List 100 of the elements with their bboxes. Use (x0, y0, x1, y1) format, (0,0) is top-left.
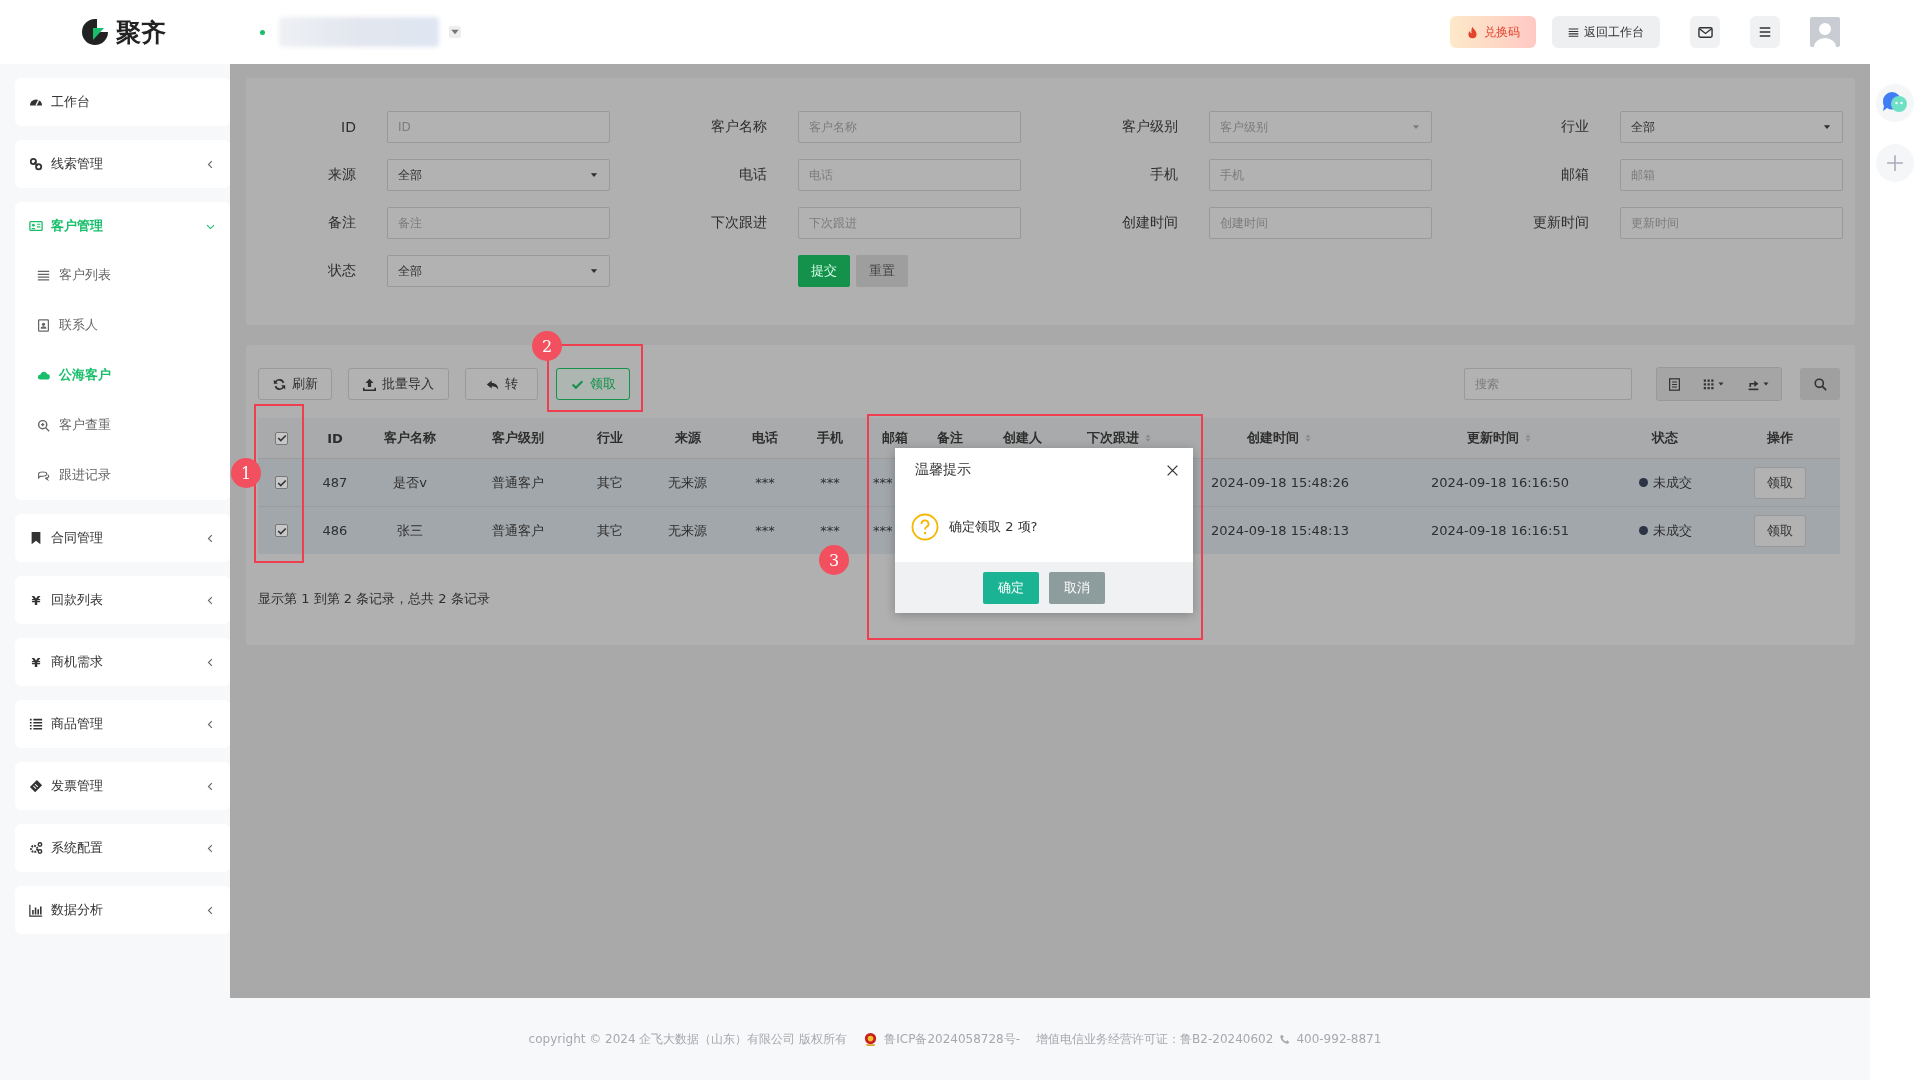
import-button[interactable]: 批量导入 (348, 368, 449, 400)
column-header[interactable]: 创建时间 (1247, 429, 1313, 447)
mail-icon (1697, 24, 1713, 40)
nav-menu-item[interactable]: 工作台 (15, 78, 230, 126)
back-to-workbench-button[interactable]: 返回工作台 (1552, 16, 1660, 48)
nav-menu-item[interactable]: 合同管理 (15, 514, 230, 562)
table-cell: 2024-09-18 15:48:13 (1210, 523, 1350, 538)
status-dot-icon (1638, 478, 1648, 487)
nav-icon (29, 779, 43, 793)
column-header: 客户级别 (491, 429, 544, 447)
select-field[interactable]: 全部 (387, 255, 610, 287)
transfer-button[interactable]: 转 (465, 368, 538, 400)
column-header[interactable]: 更新时间 (1467, 429, 1533, 447)
chat-button[interactable] (1876, 84, 1914, 122)
field-label: 备注 (327, 214, 356, 232)
close-icon[interactable] (1166, 463, 1179, 477)
column-header: ID (327, 430, 343, 446)
nav-icon (29, 717, 43, 731)
nav-menu-item[interactable]: 线索管理 (15, 140, 230, 188)
sort-icon (1143, 433, 1153, 443)
search-button[interactable] (1800, 368, 1840, 400)
submenu-icon (37, 468, 50, 482)
table-cell: 2024-09-18 15:48:26 (1210, 475, 1350, 490)
nav-submenu-item[interactable]: 客户查重 (15, 400, 230, 450)
phone-icon (1279, 1033, 1291, 1045)
checkbox[interactable] (275, 431, 288, 445)
submenu-icon (37, 418, 50, 432)
license-text: 增值电信业务经营许可证：鲁B2-20240602 (1036, 1030, 1274, 1048)
check-icon (276, 525, 287, 536)
column-header: 手机 (817, 429, 843, 447)
table-cell: 487 (322, 475, 348, 490)
menu-icon (1758, 25, 1772, 39)
field-label: 更新时间 (1532, 214, 1589, 232)
checkbox[interactable] (275, 524, 288, 537)
field-label: 客户名称 (710, 118, 767, 136)
submit-button[interactable]: 提交 (798, 255, 850, 287)
question-icon (911, 513, 939, 541)
nav-submenu-item[interactable]: 跟进记录 (15, 450, 230, 500)
yen-icon: ¥ (29, 592, 43, 608)
field-label: 客户级别 (1121, 118, 1178, 136)
table-cell: 2024-09-18 16:16:51 (1430, 523, 1570, 538)
column-header: 创建人 (1003, 429, 1042, 447)
field-label: 来源 (327, 166, 356, 184)
column-header: 来源 (674, 429, 701, 447)
nav-menu-item[interactable]: 数据分析 (15, 886, 230, 934)
field-label: ID (340, 119, 356, 135)
dialog-message: 确定领取 2 项? (949, 518, 1038, 536)
table-cell: 张三 (397, 521, 423, 540)
copyright-text: copyright © 2024 企飞大数据（山东）有限公司 版权所有 (528, 1030, 848, 1048)
check-icon (276, 433, 287, 443)
nav-submenu-item[interactable]: 联系人 (15, 300, 230, 350)
column-header: 行业 (597, 429, 623, 447)
reset-button[interactable]: 重置 (856, 255, 908, 287)
status-text: 未成交 (1652, 521, 1692, 540)
table-cell: 无来源 (668, 473, 707, 492)
nav-menu-item[interactable]: ¥ 回款列表 (15, 576, 230, 624)
field-label: 邮箱 (1560, 166, 1589, 184)
field-label: 手机 (1149, 166, 1178, 184)
claim-button[interactable]: 领取 (1754, 514, 1806, 547)
logo-text: 聚齐 (116, 16, 166, 49)
nav-icon (29, 841, 43, 855)
table-cell: *** (755, 523, 775, 538)
grid-icon (1703, 378, 1715, 390)
select-field[interactable]: 全部 (1620, 111, 1843, 143)
mail-button[interactable] (1690, 16, 1720, 48)
status-text: 未成交 (1652, 473, 1692, 492)
field-label: 状态 (327, 262, 356, 280)
nav-menu-item[interactable]: 系统配置 (15, 824, 230, 872)
status-dot-icon (1638, 526, 1648, 535)
nav-menu-item[interactable]: 发票管理 (15, 762, 230, 810)
nav-submenu-item[interactable]: 客户列表 (15, 250, 230, 300)
column-header: 备注 (937, 429, 963, 447)
redeem-code-button[interactable]: 兑换码 (1450, 16, 1536, 48)
nav-menu-item[interactable]: ¥ 商机需求 (15, 638, 230, 686)
plus-icon (1886, 154, 1904, 172)
table-cell: *** (873, 475, 893, 490)
status-dot-icon (260, 29, 265, 35)
table-cell: 486 (322, 523, 348, 538)
column-header: 电话 (752, 429, 778, 447)
upload-icon (363, 377, 376, 391)
menu-button[interactable] (1750, 16, 1780, 48)
field-label: 下次跟进 (710, 214, 767, 232)
nav-menu-item[interactable]: 商品管理 (15, 700, 230, 748)
check-icon (276, 477, 287, 488)
phone-text: 400-992-8871 (1296, 1032, 1382, 1046)
checkbox[interactable] (275, 476, 288, 489)
refresh-button[interactable]: 刷新 (258, 368, 332, 400)
field-label: 电话 (738, 166, 767, 184)
claim-button[interactable]: 领取 (1754, 466, 1806, 499)
dialog-title: 温馨提示 (915, 461, 972, 479)
select-field[interactable]: 全部 (387, 159, 610, 191)
logo-icon (80, 17, 110, 47)
field-label: 行业 (1560, 118, 1589, 136)
sort-icon (1523, 433, 1533, 443)
column-header: 状态 (1652, 429, 1678, 447)
yen-icon: ¥ (29, 654, 43, 670)
table-cell: 其它 (597, 521, 623, 540)
refresh-icon (272, 377, 286, 391)
search-icon (1813, 377, 1827, 391)
caret-icon (1717, 380, 1725, 388)
